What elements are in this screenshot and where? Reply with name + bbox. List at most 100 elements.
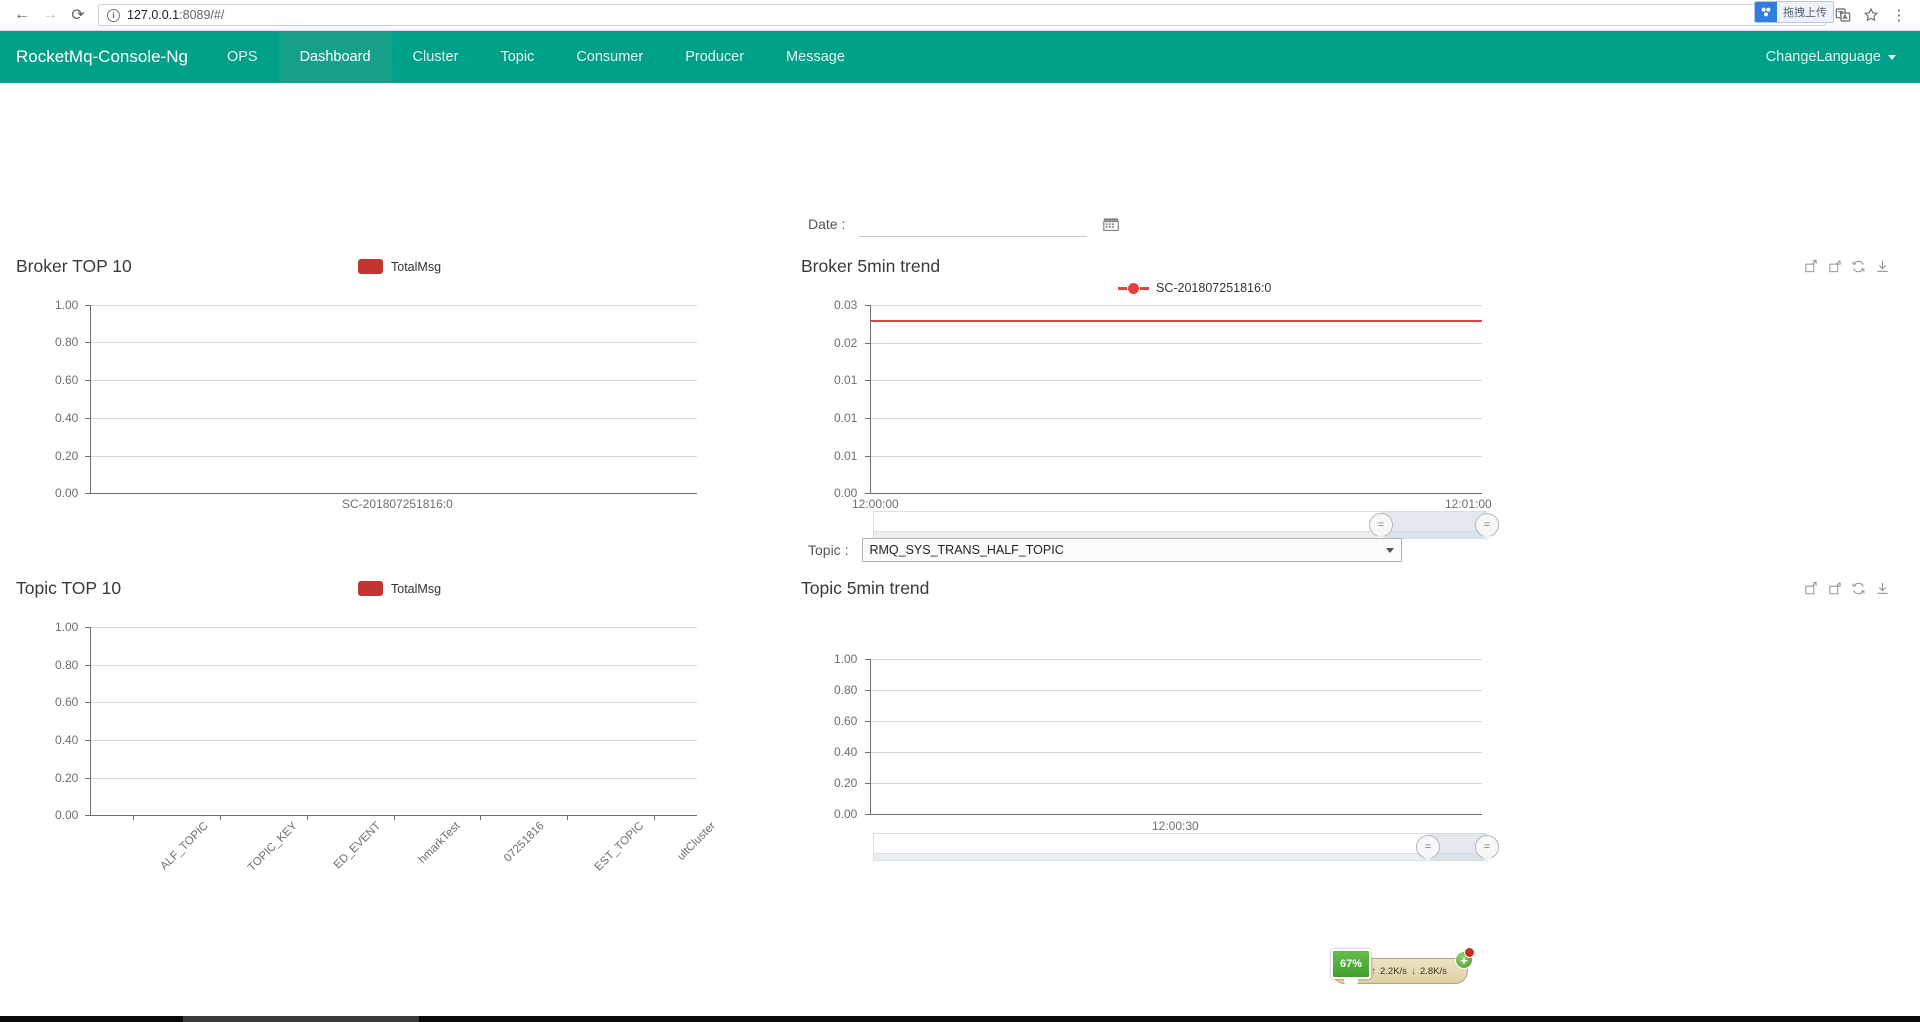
drag-upload-icon: [1755, 2, 1777, 22]
reload-icon[interactable]: ⟳: [64, 1, 92, 29]
nav-item-producer[interactable]: Producer: [664, 31, 765, 83]
legend-swatch-icon: [358, 259, 383, 274]
cpu-usage-value: 67%: [1339, 958, 1363, 970]
nav-item-dashboard[interactable]: Dashboard: [278, 31, 392, 83]
refresh-icon[interactable]: [1851, 259, 1866, 274]
download-icon[interactable]: [1875, 581, 1890, 596]
date-input[interactable]: [859, 211, 1088, 237]
taskbar-item[interactable]: [183, 1016, 419, 1022]
y-tick-label: 0.20: [55, 449, 79, 463]
address-bar[interactable]: i 127.0.0.1:8089/#/: [98, 4, 1826, 26]
network-speed-widget[interactable]: 67% ↑ 2.2K/s ↓ 2.8K/s +: [1331, 947, 1475, 984]
nav-item-consumer[interactable]: Consumer: [555, 31, 664, 83]
topic-select-value: RMQ_SYS_TRANS_HALF_TOPIC: [869, 543, 1064, 557]
x-tick-label: 12:00:30: [1152, 819, 1199, 833]
app-brand[interactable]: RocketMq-Console-Ng: [0, 31, 206, 83]
y-tick-label: 0.03: [834, 298, 858, 312]
y-tick-label: 0.40: [834, 745, 858, 759]
star-icon[interactable]: [1858, 2, 1884, 28]
datazoom-handle-right[interactable]: =: [1475, 835, 1499, 863]
gridline: [870, 305, 1482, 306]
gridline: [90, 305, 697, 306]
x-tick: [133, 815, 134, 820]
back-arrow-icon[interactable]: ←: [8, 1, 36, 29]
topic-filter: Topic : RMQ_SYS_TRANS_HALF_TOPIC: [808, 538, 1403, 562]
x-tick-label: 12:00:00: [852, 497, 899, 511]
forward-arrow-icon[interactable]: →: [36, 1, 64, 29]
legend-label: SC-201807251816:0: [1156, 281, 1272, 295]
legend-dot-icon: [1128, 282, 1139, 294]
browser-toolbar: ← → ⟳ i 127.0.0.1:8089/#/ 拖拽上传 ⋮: [0, 0, 1920, 31]
y-tick-label: 0.60: [55, 695, 79, 709]
y-tick: [85, 702, 90, 703]
close-widget-icon[interactable]: [1464, 947, 1475, 958]
gridline: [90, 702, 697, 703]
broker-trend-datazoom[interactable]: = =: [873, 511, 1499, 541]
broker-trend-toolbox: [1803, 259, 1890, 274]
broker-top10-title: Broker TOP 10: [16, 256, 132, 276]
y-tick: [85, 627, 90, 628]
refresh-icon[interactable]: [1851, 581, 1866, 596]
datazoom-selection[interactable]: [1381, 511, 1487, 539]
y-tick-label: 0.40: [55, 411, 79, 425]
change-language-menu[interactable]: ChangeLanguage: [1742, 31, 1920, 83]
gridline: [90, 665, 697, 666]
y-axis-line: [90, 305, 91, 494]
extension-drag-upload-badge[interactable]: 拖拽上传: [1754, 1, 1834, 23]
nav-item-message[interactable]: Message: [765, 31, 866, 83]
x-tick-label: hmarkTest: [416, 820, 463, 866]
y-tick: [865, 752, 870, 753]
nav-item-topic[interactable]: Topic: [479, 31, 555, 83]
restore-icon[interactable]: [1827, 259, 1842, 274]
download-icon[interactable]: [1875, 259, 1890, 274]
x-tick-label: EST_TOPIC: [592, 820, 647, 874]
y-tick-label: 0.80: [834, 683, 858, 697]
y-tick-label: 0.60: [55, 373, 79, 387]
x-tick-label: 12:01:00: [1445, 497, 1492, 511]
y-tick: [85, 815, 90, 816]
y-tick: [865, 659, 870, 660]
broker-trend-legend[interactable]: SC-201807251816:0: [1118, 281, 1271, 295]
data-zoom-icon[interactable]: [1803, 259, 1818, 274]
y-tick: [865, 690, 870, 691]
broker-top10-panel: Broker TOP 10 TotalMsg 1.00 0.80 0.60 0.…: [0, 243, 760, 543]
y-tick: [85, 493, 90, 494]
broker-top10-legend[interactable]: TotalMsg: [358, 259, 441, 274]
nav-item-ops[interactable]: OPS: [206, 31, 279, 83]
topic-top10-legend[interactable]: TotalMsg: [358, 581, 441, 596]
y-tick-label: 0.40: [55, 733, 79, 747]
y-tick-label: 0.01: [834, 373, 858, 387]
y-tick-label: 1.00: [55, 298, 79, 312]
gridline: [90, 778, 697, 779]
app-navbar: RocketMq-Console-Ng OPS Dashboard Cluste…: [0, 31, 1920, 83]
datazoom-window[interactable]: [873, 833, 1487, 854]
x-axis-line: [870, 493, 1482, 494]
download-arrow-icon: ↓: [1410, 965, 1416, 977]
legend-label: TotalMsg: [391, 581, 442, 596]
date-filter: Date :: [808, 211, 1120, 237]
cpu-monitor-icon[interactable]: 67%: [1331, 949, 1371, 984]
three-dots-menu-icon[interactable]: ⋮: [1886, 2, 1912, 28]
broker-5min-trend-title: Broker 5min trend: [801, 256, 941, 276]
y-tick-label: 0.00: [55, 486, 79, 500]
topic-trend-datazoom[interactable]: = =: [873, 833, 1499, 863]
y-tick: [85, 305, 90, 306]
restore-icon[interactable]: [1827, 581, 1842, 596]
calendar-icon[interactable]: [1103, 216, 1120, 232]
datazoom-handle-right[interactable]: =: [1475, 513, 1499, 541]
y-tick: [865, 456, 870, 457]
x-tick-label: ALF_TOPIC: [158, 820, 211, 873]
change-language-label: ChangeLanguage: [1765, 49, 1881, 65]
data-zoom-icon[interactable]: [1803, 581, 1818, 596]
nav-item-cluster[interactable]: Cluster: [392, 31, 480, 83]
site-info-icon[interactable]: i: [107, 8, 120, 22]
datazoom-handle-left[interactable]: =: [1369, 513, 1393, 541]
x-axis-line: [870, 814, 1482, 815]
series-line-sc: [871, 320, 1482, 322]
y-tick: [865, 493, 870, 494]
datazoom-handle-left[interactable]: =: [1416, 835, 1440, 863]
topic-select[interactable]: RMQ_SYS_TRANS_HALF_TOPIC: [862, 538, 1403, 562]
x-tick: [567, 815, 568, 820]
x-tick: [480, 815, 481, 820]
topic-top10-panel: Topic TOP 10 TotalMsg 1.00 0.80 0.60 0.4…: [0, 565, 760, 905]
